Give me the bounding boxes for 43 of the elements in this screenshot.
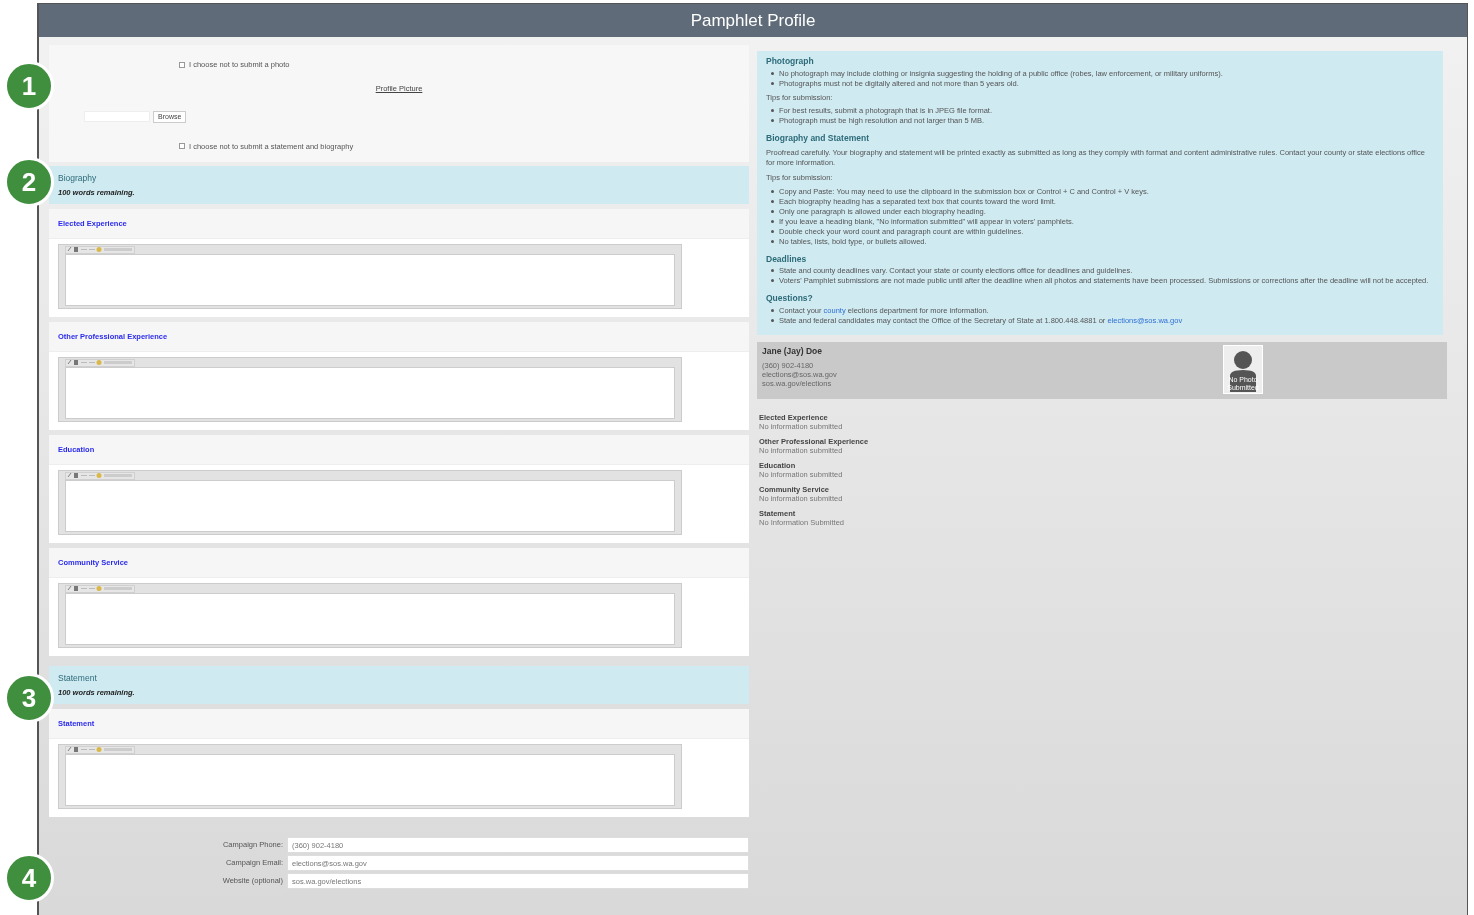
- candidate-name: Jane (Jay) Doe: [762, 345, 823, 358]
- editor-toolbar-icons-drawing[interactable]: [66, 359, 134, 366]
- bullet-icon: [771, 119, 774, 123]
- editor-toolbar-icons-drawing[interactable]: [66, 472, 134, 479]
- checkbox[interactable]: [179, 61, 185, 68]
- bullet-icon: [771, 269, 774, 273]
- bullet-icon: [771, 319, 774, 322]
- editor-text-area[interactable]: [65, 593, 675, 645]
- callout-number-marker: 1: [4, 61, 54, 111]
- guideline-heading: Questions?: [766, 292, 814, 305]
- checkbox[interactable]: [179, 143, 185, 150]
- rich-text-editor[interactable]: [58, 244, 682, 309]
- rich-text-editor[interactable]: [58, 583, 682, 648]
- bullet-icon: [771, 81, 774, 85]
- rich-text-editor[interactable]: [58, 357, 682, 422]
- bullet-icon: [771, 239, 774, 243]
- guideline-heading: Deadlines: [766, 252, 808, 266]
- callout-number-marker: 4: [4, 853, 54, 903]
- editor-text-area[interactable]: [65, 367, 675, 419]
- guideline-heading: Biography and Statement: [766, 132, 870, 145]
- callout-number-marker: 2: [4, 157, 54, 207]
- bullet-icon: [771, 209, 774, 213]
- section-title: Biography: [58, 171, 98, 185]
- bullet-icon: [771, 279, 774, 283]
- guideline-heading: Photograph: [766, 55, 815, 68]
- page-title: Pamphlet Profile: [690, 9, 816, 32]
- bullet-icon: [771, 199, 774, 203]
- bullet-icon: [771, 71, 774, 75]
- editor-toolbar-icons-drawing[interactable]: [66, 585, 134, 592]
- bullet-icon: [771, 309, 774, 312]
- bullet-icon: [771, 219, 774, 223]
- editor-toolbar-icons-drawing[interactable]: [66, 246, 134, 253]
- bullet-icon: [771, 229, 774, 233]
- editor-text-area[interactable]: [65, 754, 675, 806]
- bullet-icon: [771, 189, 774, 193]
- rich-text-editor[interactable]: [58, 744, 682, 809]
- section-title: Statement: [58, 671, 98, 685]
- callout-number-marker: 3: [4, 673, 54, 723]
- editor-toolbar-icons-drawing[interactable]: [66, 746, 134, 753]
- editor-text-area[interactable]: [65, 254, 675, 306]
- bullet-icon: [771, 109, 774, 113]
- editor-text-area[interactable]: [65, 480, 675, 532]
- rich-text-editor[interactable]: [58, 470, 682, 535]
